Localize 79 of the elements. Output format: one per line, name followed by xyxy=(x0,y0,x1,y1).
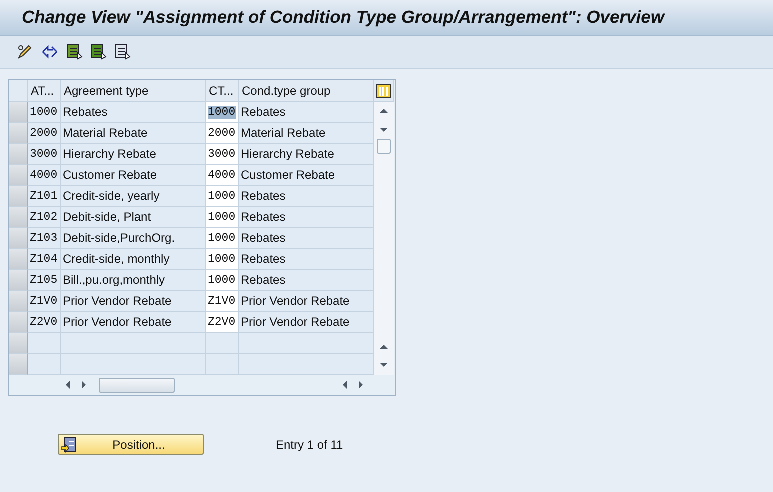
table-cell: 2000 xyxy=(28,123,61,144)
row-selector[interactable] xyxy=(9,291,28,312)
column-settings-icon[interactable] xyxy=(376,84,391,98)
table-cell: Credit-side, yearly xyxy=(61,186,206,207)
scrollbar-thumb[interactable] xyxy=(99,378,175,392)
input-field[interactable]: 3000 xyxy=(206,144,239,165)
table-cell: Rebates xyxy=(239,207,374,228)
document-icon[interactable] xyxy=(115,44,131,60)
document-icon[interactable] xyxy=(67,44,83,60)
input-field[interactable]: 1000 xyxy=(206,228,239,249)
input-field[interactable]: Z1V0 xyxy=(206,291,239,312)
row-selector[interactable] xyxy=(9,165,28,186)
input-field[interactable]: Z2V0 xyxy=(206,312,239,333)
table-cell: 4000 xyxy=(28,165,61,186)
table-cell: Customer Rebate xyxy=(61,165,206,186)
row-selector[interactable] xyxy=(9,312,28,333)
table-cell: Customer Rebate xyxy=(239,165,374,186)
table-cell: 3000 xyxy=(28,144,61,165)
input-field[interactable]: 1000 xyxy=(206,186,239,207)
table-cell: Rebates xyxy=(239,186,374,207)
scroll-right-arrow-icon[interactable] xyxy=(79,380,89,390)
position-icon xyxy=(61,436,77,452)
table-cell: Z102 xyxy=(28,207,61,228)
table-cell: Material Rebate xyxy=(61,123,206,144)
row-selector[interactable] xyxy=(9,249,28,270)
table-cell: Hierarchy Rebate xyxy=(61,144,206,165)
position-button[interactable]: Position... xyxy=(58,434,204,455)
row-selector[interactable] xyxy=(9,144,28,165)
table-cell: Prior Vendor Rebate xyxy=(61,291,206,312)
input-field[interactable]: 2000 xyxy=(206,123,239,144)
table-cell: Material Rebate xyxy=(239,123,374,144)
input-field[interactable]: 1000 xyxy=(206,270,239,291)
table-cell: Z103 xyxy=(28,228,61,249)
entry-counter: Entry 1 of 11 xyxy=(276,438,344,452)
row-selector[interactable] xyxy=(9,333,28,354)
table-cell: Debit-side,PurchOrg. xyxy=(61,228,206,249)
table-cell: Z101 xyxy=(28,186,61,207)
table-cell: Z105 xyxy=(28,270,61,291)
column-header[interactable]: CT... xyxy=(206,80,239,102)
scroll-up-arrow-icon[interactable] xyxy=(379,342,389,352)
table-cell: Prior Vendor Rebate xyxy=(239,312,374,333)
table-cell: Prior Vendor Rebate xyxy=(61,312,206,333)
document-icon[interactable] xyxy=(91,44,107,60)
scrollbar-thumb[interactable] xyxy=(377,139,391,154)
scroll-up-arrow-icon[interactable] xyxy=(379,106,389,116)
column-header[interactable]: AT... xyxy=(28,80,61,102)
table-cell: Z104 xyxy=(28,249,61,270)
scroll-down-arrow-icon[interactable] xyxy=(379,360,389,370)
table-cell: Z1V0 xyxy=(28,291,61,312)
column-header[interactable]: Cond.type group xyxy=(239,80,374,102)
window-title: Change View "Assignment of Condition Type Group/Arrangement": Overview xyxy=(22,7,664,28)
table-cell: Debit-side, Plant xyxy=(61,207,206,228)
column-header[interactable]: Agreement type xyxy=(61,80,206,102)
table-cell: Credit-side, monthly xyxy=(61,249,206,270)
row-selector[interactable] xyxy=(9,228,28,249)
table-cell: Prior Vendor Rebate xyxy=(239,291,374,312)
table-cell: Rebates xyxy=(61,102,206,123)
row-selector[interactable] xyxy=(9,123,28,144)
table-cell: Rebates xyxy=(239,270,374,291)
input-field[interactable]: 1000 xyxy=(206,207,239,228)
table-cell: Rebates xyxy=(239,249,374,270)
table-cell: Hierarchy Rebate xyxy=(239,144,374,165)
table-cell: Rebates xyxy=(239,102,374,123)
scroll-down-arrow-icon[interactable] xyxy=(379,125,389,135)
row-selector[interactable] xyxy=(9,270,28,291)
row-selector[interactable] xyxy=(9,354,28,375)
table-cell: Rebates xyxy=(239,228,374,249)
swap-arrows-icon[interactable] xyxy=(41,44,59,60)
input-field[interactable]: 1000 xyxy=(206,102,239,123)
table-cell: 1000 xyxy=(28,102,61,123)
table-cell: Z2V0 xyxy=(28,312,61,333)
scroll-right-arrow-icon[interactable] xyxy=(356,380,366,390)
table-cell: Bill.,pu.org,monthly xyxy=(61,270,206,291)
row-selector[interactable] xyxy=(9,102,28,123)
row-selector[interactable] xyxy=(9,207,28,228)
row-selector[interactable] xyxy=(9,186,28,207)
pencil-icon[interactable] xyxy=(17,44,33,60)
input-field[interactable]: 4000 xyxy=(206,165,239,186)
input-field[interactable]: 1000 xyxy=(206,249,239,270)
